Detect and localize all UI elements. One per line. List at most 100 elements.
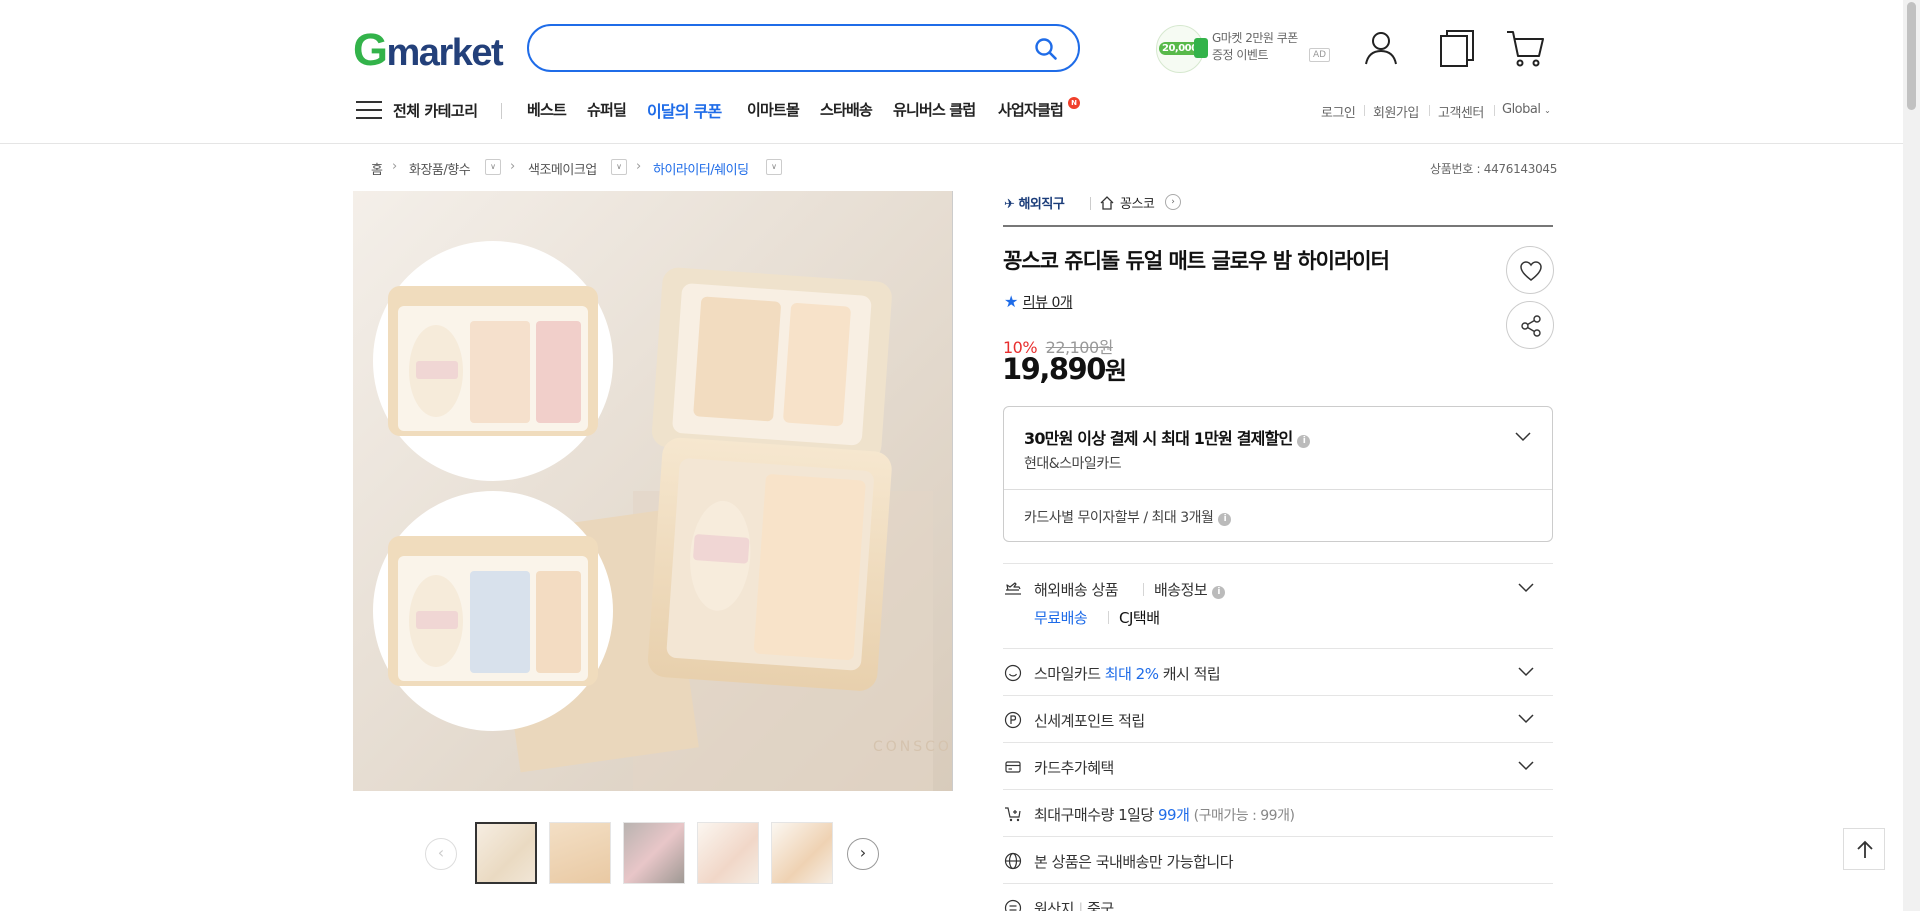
origin-divider: | bbox=[1078, 900, 1083, 911]
chevron-down-icon[interactable]: ∨ bbox=[485, 159, 501, 175]
card-box-divider bbox=[1004, 489, 1552, 490]
breadcrumb-color-makeup[interactable]: 색조메이크업 bbox=[528, 159, 597, 178]
row-divider bbox=[1003, 563, 1553, 564]
review-row: ★ 리뷰 0개 bbox=[1004, 292, 1073, 312]
review-count-link[interactable]: 리뷰 0개 bbox=[1023, 295, 1073, 311]
recent-items-icon[interactable] bbox=[1437, 28, 1477, 68]
share-button[interactable] bbox=[1506, 301, 1554, 349]
gmarket-logo[interactable]: Gmarket bbox=[353, 27, 504, 75]
scrollbar-track[interactable] bbox=[1903, 0, 1920, 911]
airplane-icon: ✈ bbox=[1004, 197, 1015, 212]
nav-superdeal[interactable]: 슈퍼딜 bbox=[587, 99, 627, 120]
card-discount-title[interactable]: 30만원 이상 결제 시 최대 1만원 결제할인 i bbox=[1024, 425, 1311, 449]
ad-badge: AD bbox=[1309, 48, 1331, 62]
overseas-purchase-badge[interactable]: ✈ 해외직구 bbox=[1004, 193, 1065, 212]
util-divider bbox=[1364, 105, 1365, 116]
chevron-down-icon[interactable] bbox=[1515, 432, 1531, 442]
product-title: 꽁스코 쥬디돌 듀얼 매트 글로우 밤 하이라이터 bbox=[1003, 249, 1390, 273]
seller-divider bbox=[1090, 197, 1091, 210]
all-categories-button[interactable]: 전체 카테고리 bbox=[393, 100, 478, 121]
shipping-info-label[interactable]: 배송정보 i bbox=[1154, 579, 1226, 600]
chevron-down-icon[interactable] bbox=[1518, 667, 1534, 677]
search-icon[interactable] bbox=[1034, 37, 1058, 61]
g-coin-icon bbox=[1194, 38, 1208, 58]
breadcrumb-highlighter[interactable]: 하이라이터/쉐이딩 bbox=[653, 159, 749, 178]
carrier-name: CJ택배 bbox=[1119, 609, 1160, 627]
info-icon[interactable]: i bbox=[1297, 435, 1311, 448]
card-extra-benefit-row[interactable]: 카드추가혜택 bbox=[1034, 757, 1114, 778]
customer-center-link[interactable]: 고객센터 bbox=[1438, 102, 1484, 121]
domestic-only-notice: 본 상품은 국내배송만 가능합니다 bbox=[1034, 853, 1234, 871]
heart-icon bbox=[1520, 261, 1542, 281]
price-row: 19,890원 bbox=[1002, 351, 1127, 386]
thumbnail-4[interactable] bbox=[697, 822, 759, 884]
nav-star-delivery[interactable]: 스타배송 bbox=[820, 99, 873, 120]
point-icon bbox=[1004, 711, 1022, 729]
my-account-icon[interactable] bbox=[1361, 28, 1401, 68]
signup-link[interactable]: 회원가입 bbox=[1373, 102, 1419, 121]
row-divider bbox=[1003, 836, 1553, 837]
nav-monthly-coupon[interactable]: 이달의 쿠폰 bbox=[647, 98, 722, 122]
chevron-down-icon[interactable] bbox=[1518, 583, 1534, 593]
nav-divider bbox=[501, 103, 502, 119]
nav-universe-club[interactable]: 유니버스 클럽 bbox=[893, 99, 976, 120]
origin-icon bbox=[1004, 899, 1022, 911]
thumbnail-1[interactable] bbox=[475, 822, 537, 884]
breadcrumb-home[interactable]: 홈 bbox=[371, 159, 383, 178]
card-discount-box: 30만원 이상 결제 시 최대 1만원 결제할인 i 현대&스마일카드 카드사별 … bbox=[1003, 406, 1553, 542]
nav-emart-mall[interactable]: 이마트몰 bbox=[747, 99, 800, 120]
product-number: 상품번호 : 4476143045 bbox=[1430, 162, 1558, 176]
chevron-down-icon[interactable]: ∨ bbox=[611, 159, 627, 175]
menu-icon[interactable] bbox=[356, 100, 382, 120]
product-main-image[interactable]: CONSCO bbox=[353, 191, 953, 791]
image-watermark: CONSCO bbox=[873, 739, 952, 755]
row-inline-divider bbox=[1143, 583, 1144, 596]
seller-name-link[interactable]: 꽁스코 bbox=[1120, 193, 1155, 212]
thumbnail-5[interactable] bbox=[771, 822, 833, 884]
row-divider bbox=[1003, 883, 1553, 884]
thumbnail-3[interactable] bbox=[623, 822, 685, 884]
smile-icon bbox=[1004, 664, 1022, 682]
promo-text: G마켓 2만원 쿠폰 증정 이벤트 bbox=[1212, 31, 1298, 62]
shinsegae-point-row[interactable]: 신세계포인트 적립 bbox=[1034, 710, 1145, 731]
chevron-right-icon[interactable]: › bbox=[1165, 194, 1181, 210]
thumbnail-2[interactable] bbox=[549, 822, 611, 884]
info-icon[interactable]: i bbox=[1212, 586, 1226, 599]
search-input[interactable] bbox=[549, 36, 1019, 60]
row-divider bbox=[1003, 695, 1553, 696]
chevron-down-icon: ⌄ bbox=[1544, 106, 1551, 115]
row-divider bbox=[1003, 648, 1553, 649]
free-shipping-text: 무료배송 bbox=[1034, 609, 1088, 627]
globe-icon bbox=[1004, 852, 1022, 870]
scrollbar-thumb[interactable] bbox=[1907, 2, 1916, 110]
chevron-down-icon[interactable] bbox=[1518, 761, 1534, 771]
search-box bbox=[527, 24, 1080, 72]
thumb-prev-button[interactable]: ‹ bbox=[425, 838, 457, 870]
seller-divider-line bbox=[1003, 225, 1553, 227]
wishlist-button[interactable] bbox=[1506, 246, 1554, 294]
global-dropdown[interactable]: Global ⌄ bbox=[1502, 102, 1551, 117]
coupon-promo-banner[interactable]: 20,000 G마켓 2만원 쿠폰 증정 이벤트 bbox=[1156, 24, 1326, 73]
arrow-up-icon bbox=[1857, 840, 1873, 858]
header-divider bbox=[0, 143, 1920, 144]
thumb-next-button[interactable]: › bbox=[847, 838, 879, 870]
back-to-top-button[interactable] bbox=[1843, 828, 1885, 870]
info-icon[interactable]: i bbox=[1218, 513, 1232, 526]
cart-icon[interactable] bbox=[1505, 28, 1545, 68]
chevron-down-icon[interactable] bbox=[1518, 714, 1534, 724]
installment-info: 카드사별 무이자할부 / 최대 3개월 i bbox=[1024, 507, 1232, 527]
chevron-right-icon: › bbox=[636, 159, 642, 174]
util-divider bbox=[1494, 105, 1495, 116]
login-link[interactable]: 로그인 bbox=[1321, 102, 1356, 121]
price-unit: 원 bbox=[1104, 357, 1128, 385]
product-photo: CONSCO bbox=[353, 191, 952, 791]
nav-business-club[interactable]: 사업자클럽 bbox=[998, 99, 1064, 120]
origin-row: 원산지 | 중국 bbox=[1034, 898, 1114, 911]
chevron-right-icon: › bbox=[510, 159, 516, 174]
smilecard-cashback-row[interactable]: 스마일카드 최대 2% 캐시 적립 bbox=[1034, 663, 1221, 684]
util-divider bbox=[1429, 105, 1430, 116]
chevron-down-icon[interactable]: ∨ bbox=[766, 159, 782, 175]
chevron-right-icon: › bbox=[392, 159, 398, 174]
nav-best[interactable]: 베스트 bbox=[527, 99, 567, 120]
breadcrumb-cosmetics[interactable]: 화장품/향수 bbox=[409, 159, 471, 178]
